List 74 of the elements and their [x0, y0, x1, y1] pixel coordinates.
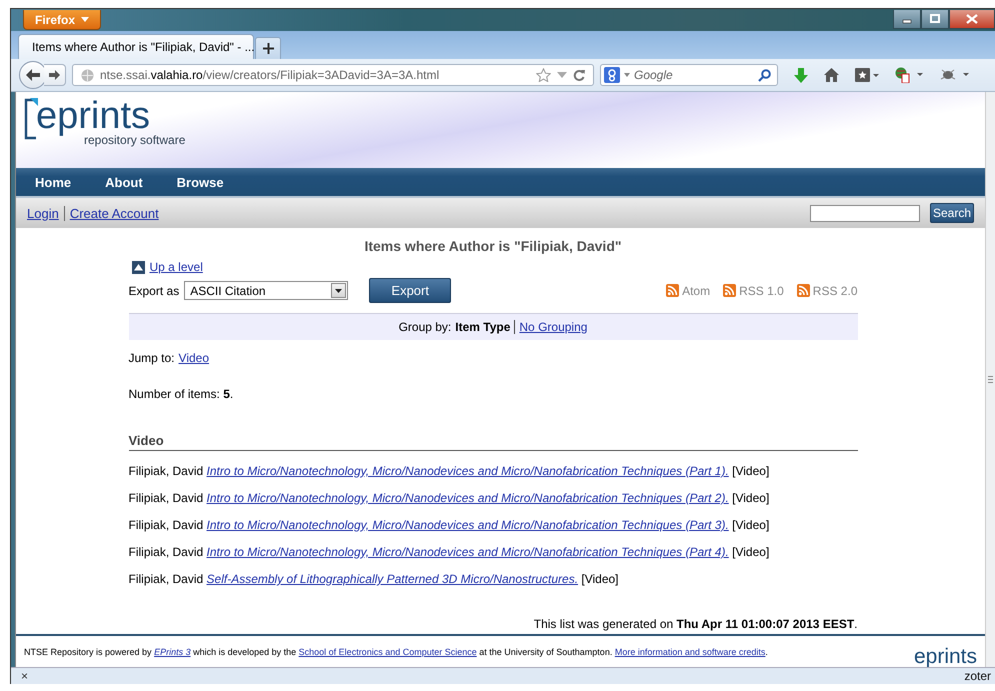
menu-item[interactable]: Browse [176, 174, 224, 190]
addon-label: zoter [964, 669, 991, 683]
download-arrow-icon[interactable] [794, 68, 808, 82]
search-field[interactable] [810, 204, 920, 222]
rss-icon [723, 284, 736, 297]
close-button[interactable] [949, 10, 995, 29]
citation: Filipiak, David Intro to Micro/Nanotechnology, Micro/Nanodevices and Micro/Nanofabrication Techniques (Part 1). [Video] [128, 464, 770, 478]
back-arrow-icon [26, 69, 40, 81]
title-link[interactable]: Self-Assembly of Lithographically Patterned 3D Micro/Nanostructures. [206, 572, 578, 586]
group-link[interactable]: No Grouping [514, 320, 588, 334]
scrollbar[interactable] [985, 92, 995, 667]
menu-item[interactable]: Home [35, 174, 72, 190]
footer-text: NTSE Repository is powered by EPrints 3 which is developed by the School of Electronics and Computer Science at the University of Southampton. More information and software credits. [24, 646, 768, 656]
citation: Filipiak, David Intro to Micro/Nanotechnology, Micro/Nanodevices and Micro/Nanofabrication Techniques (Part 3). [Video] [128, 518, 770, 532]
generated-note: This list was generated on Thu Apr 11 01:00:07 2013 EEST. [532, 617, 858, 631]
address-field[interactable]: ntse.ssai.valahia.ro/view/creators/Filipiak=3ADavid=3A=3A.html [72, 64, 594, 86]
user-link[interactable]: Create Account [64, 206, 164, 220]
star-icon[interactable] [536, 68, 551, 82]
close-icon [966, 14, 978, 24]
section-heading: Video [128, 433, 858, 451]
bracket-drawing [24, 98, 38, 140]
home-icon[interactable] [824, 68, 839, 82]
citation: Filipiak, David Intro to Micro/Nanotechnology, Micro/Nanodevices and Micro/Nanofabrication Techniques (Part 2). [Video] [128, 491, 770, 505]
jump-label: Jump to: [128, 351, 175, 365]
title-link[interactable]: Intro to Micro/Nanotechnology, Micro/Nanodevices and Micro/Nanofabrication Techniques (Part 1). [206, 464, 729, 478]
format-dropdown[interactable]: ASCII Citation [184, 281, 348, 300]
up-level-link[interactable]: Up a level [150, 260, 203, 274]
group-option: Item Type [455, 320, 510, 334]
forward-arrow-icon [49, 70, 60, 80]
footer-link[interactable]: More information and software credits [614, 646, 766, 656]
browser-tab[interactable]: Items where Author is "Filipiak, David" - ... [18, 34, 254, 59]
feed-link[interactable]: RSS 2.0 [796, 284, 858, 298]
feed-link[interactable]: RSS 1.0 [723, 284, 784, 298]
footer-link[interactable]: EPrints 3 [154, 646, 191, 656]
footer-logo: eprints [914, 647, 977, 667]
scroll-grip-icon [988, 376, 993, 383]
minimize-button[interactable] [893, 10, 921, 29]
feed-link[interactable]: Atom [666, 284, 710, 298]
title-link[interactable]: Intro to Micro/Nanotechnology, Micro/Nanodevices and Micro/Nanofabrication Techniques (Part 2). [206, 491, 729, 505]
title-link[interactable]: Intro to Micro/Nanotechnology, Micro/Nanodevices and Micro/Nanofabrication Techniques (Part 3). [206, 518, 729, 532]
maximize-icon [930, 14, 940, 24]
search-button[interactable]: Search [930, 203, 974, 223]
reload-icon[interactable] [573, 69, 585, 81]
title-link[interactable]: Intro to Micro/Nanotechnology, Micro/Nanodevices and Micro/Nanofabrication Techniques (Part 4). [206, 545, 729, 559]
item-count: Number of items: 5. [128, 387, 234, 401]
user-link[interactable]: Login [27, 206, 64, 220]
search-engine-icon[interactable] [604, 67, 620, 83]
footer-link[interactable]: School of Electronics and Computer Science [298, 646, 477, 656]
menu-item[interactable]: About [105, 174, 143, 190]
rss-icon [796, 284, 810, 297]
new-tab-button[interactable] [255, 37, 281, 59]
citation: Filipiak, David Self-Assembly of Lithographically Patterned 3D Micro/Nanostructures. [Video] [128, 572, 620, 586]
search-icon[interactable] [758, 68, 771, 82]
dropdown-icon [335, 288, 342, 292]
caret-icon [81, 17, 89, 22]
citation: Filipiak, David Intro to Micro/Nanotechnology, Micro/Nanodevices and Micro/Nanofabrication Techniques (Part 4). [Video] [128, 545, 770, 559]
globe-icon [81, 68, 94, 82]
rss-icon [666, 284, 680, 297]
group-by-label: Group by: [398, 320, 452, 334]
export-button[interactable]: Export [369, 278, 452, 303]
maximize-button[interactable] [921, 10, 949, 29]
jump-link[interactable]: Video [178, 351, 210, 365]
logo-text: eprints [36, 98, 150, 134]
back-button[interactable] [19, 61, 47, 89]
tagline: repository software [84, 133, 186, 147]
page-title: Items where Author is "Filipiak, David" [363, 238, 623, 254]
export-label: Export as [128, 284, 180, 298]
close-button[interactable]: × [21, 669, 28, 683]
search-field[interactable]: Google [600, 64, 778, 86]
globe-document-icon[interactable] [895, 67, 923, 83]
bookmarks-icon[interactable] [855, 68, 879, 82]
forward-button[interactable] [44, 64, 66, 86]
dropdown-icon[interactable] [624, 73, 630, 77]
plus-icon [262, 43, 274, 54]
